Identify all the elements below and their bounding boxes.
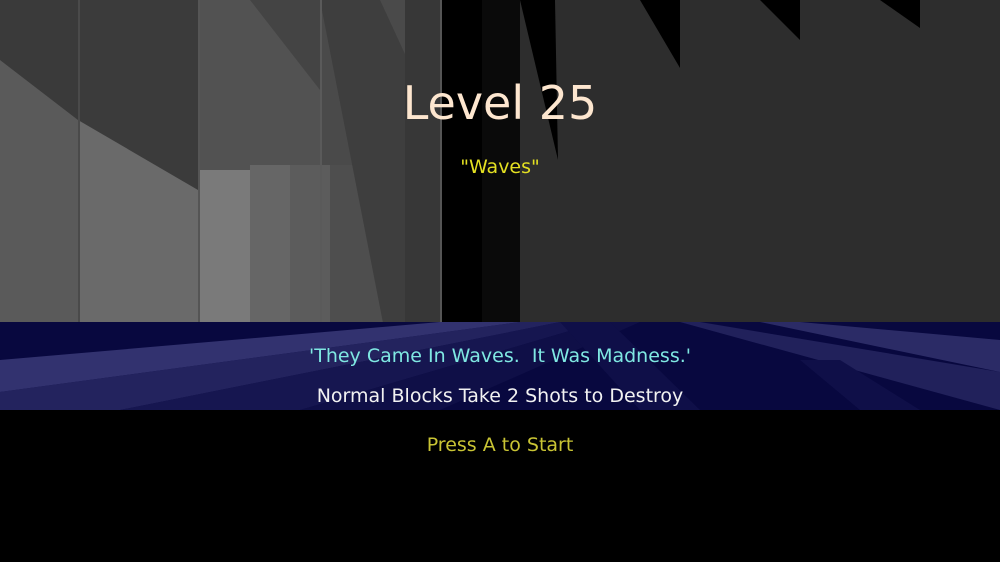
- level-quote: 'They Came In Waves. It Was Madness.': [309, 345, 691, 367]
- level-rule-text: Normal Blocks Take 2 Shots to Destroy: [316, 385, 684, 407]
- level-name: "Waves": [460, 156, 540, 178]
- game-screen: Level 25 "Waves" 'They Came In Waves. It…: [0, 0, 1000, 562]
- start-prompt[interactable]: Press A to Start: [0, 433, 1000, 457]
- level-title: Level 25: [402, 76, 598, 130]
